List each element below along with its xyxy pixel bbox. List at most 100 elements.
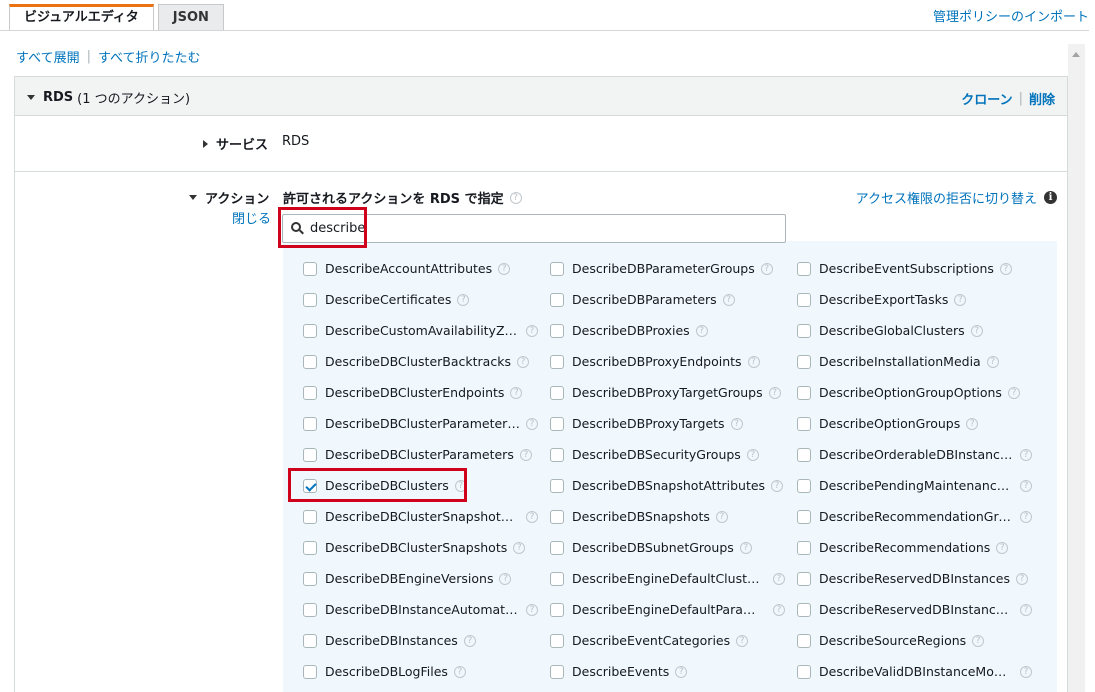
help-icon[interactable]: ?	[954, 293, 967, 306]
checkbox[interactable]	[303, 416, 317, 431]
tab-json[interactable]: JSON	[157, 4, 224, 31]
checkbox[interactable]	[550, 323, 564, 338]
checkbox[interactable]	[303, 540, 317, 555]
help-icon[interactable]: ?	[510, 386, 523, 399]
help-icon[interactable]: ?	[746, 448, 759, 461]
action-checkbox-item[interactable]: DescribeExportTasks?	[785, 284, 1032, 315]
action-checkbox-item[interactable]: DescribeEventCategories?	[538, 625, 785, 656]
action-checkbox-item[interactable]: DescribeDBProxyTargets?	[538, 408, 785, 439]
action-checkbox-item[interactable]: DescribeDBProxyEndpoints?	[538, 346, 785, 377]
checkbox[interactable]	[797, 261, 811, 276]
action-checkbox-item[interactable]: DescribeValidDBInstanceModifica...?	[785, 656, 1032, 687]
action-checkbox-item[interactable]: DescribeEvents?	[538, 656, 785, 687]
checkbox[interactable]	[797, 323, 811, 338]
checkbox[interactable]	[303, 261, 317, 276]
action-checkbox-item[interactable]: DescribeDBClusterBacktracks?	[291, 346, 538, 377]
action-checkbox-item[interactable]: DescribeEngineDefaultClusterPar...?	[538, 563, 785, 594]
action-checkbox-item[interactable]: DescribeDBSubnetGroups?	[538, 532, 785, 563]
help-icon[interactable]: ?	[513, 541, 526, 554]
action-checkbox-item[interactable]: DescribeEngineDefaultParameters?	[538, 594, 785, 625]
checkbox[interactable]	[797, 602, 811, 617]
action-checkbox-item[interactable]: DescribeGlobalClusters?	[785, 315, 1032, 346]
expand-all-link[interactable]: すべて展開	[16, 47, 80, 66]
action-checkbox-item[interactable]: DescribeDBClusters?	[291, 470, 538, 501]
switch-to-deny-link[interactable]: アクセス権限の拒否に切り替え	[856, 188, 1037, 207]
action-checkbox-item[interactable]: DescribeCertificates?	[291, 284, 538, 315]
help-icon[interactable]: ?	[1020, 448, 1032, 461]
checkbox[interactable]	[797, 478, 811, 493]
help-icon[interactable]: ?	[453, 665, 466, 678]
help-icon[interactable]: ?	[999, 262, 1012, 275]
help-icon[interactable]: ?	[675, 665, 688, 678]
help-icon[interactable]: ?	[1007, 386, 1020, 399]
checkbox[interactable]	[303, 664, 317, 679]
action-checkbox-item[interactable]: DescribeSourceRegions?	[785, 625, 1032, 656]
action-checkbox-item[interactable]: DescribeDBParameters?	[538, 284, 785, 315]
help-icon[interactable]: ?	[736, 634, 749, 647]
action-checkbox-item[interactable]: DescribeDBClusterParameters?	[291, 439, 538, 470]
checkbox[interactable]	[550, 633, 564, 648]
help-icon[interactable]: ?	[970, 324, 983, 337]
help-icon[interactable]: ?	[454, 479, 467, 492]
checkbox[interactable]	[303, 323, 317, 338]
clone-link[interactable]: クローン	[961, 89, 1012, 108]
help-icon[interactable]: ?	[1020, 603, 1032, 616]
action-checkbox-item[interactable]: DescribeDBProxies?	[538, 315, 785, 346]
checkbox[interactable]	[550, 664, 564, 679]
scrollbar[interactable]	[1068, 44, 1085, 692]
checkbox[interactable]	[797, 416, 811, 431]
action-search-box[interactable]	[282, 214, 786, 243]
checkbox[interactable]	[303, 385, 317, 400]
collapse-all-link[interactable]: すべて折りたたむ	[98, 47, 201, 66]
info-icon[interactable]: i	[1044, 191, 1057, 204]
help-icon[interactable]: ?	[498, 262, 511, 275]
help-icon[interactable]: ?	[499, 572, 512, 585]
help-icon[interactable]: ?	[715, 510, 728, 523]
checkbox[interactable]	[550, 416, 564, 431]
checkbox[interactable]	[797, 509, 811, 524]
help-icon[interactable]: ?	[463, 634, 476, 647]
checkbox[interactable]	[550, 354, 564, 369]
checkbox[interactable]	[303, 633, 317, 648]
tab-visual-editor[interactable]: ビジュアルエディタ	[9, 4, 154, 31]
help-icon[interactable]: ?	[526, 603, 538, 616]
delete-link[interactable]: 削除	[1029, 89, 1055, 108]
action-checkbox-item[interactable]: DescribeDBSnapshots?	[538, 501, 785, 532]
action-checkbox-item[interactable]: DescribeDBParameterGroups?	[538, 253, 785, 284]
help-icon[interactable]: ?	[1016, 572, 1028, 585]
checkbox[interactable]	[303, 571, 317, 586]
help-icon[interactable]: ?	[739, 541, 752, 554]
action-checkbox-item[interactable]: DescribeOrderableDBInstanceOp...?	[785, 439, 1032, 470]
action-checkbox-item[interactable]: DescribeRecommendations?	[785, 532, 1032, 563]
action-checkbox-item[interactable]: DescribeReservedDBInstancesOf...?	[785, 594, 1032, 625]
checkbox[interactable]	[797, 571, 811, 586]
checkbox[interactable]	[797, 292, 811, 307]
action-checkbox-item[interactable]: DescribeDBProxyTargetGroups?	[538, 377, 785, 408]
help-icon[interactable]: ?	[966, 417, 979, 430]
scroll-up-arrow-icon[interactable]	[1072, 52, 1080, 57]
help-icon[interactable]: ?	[526, 417, 538, 430]
checkbox[interactable]	[797, 540, 811, 555]
checkbox[interactable]	[550, 509, 564, 524]
checkbox[interactable]	[797, 664, 811, 679]
checkbox[interactable]	[550, 385, 564, 400]
action-checkbox-item[interactable]: DescribeCustomAvailabilityZones?	[291, 315, 538, 346]
checkbox[interactable]	[797, 447, 811, 462]
help-icon[interactable]: ?	[747, 355, 760, 368]
help-icon[interactable]: ?	[457, 293, 470, 306]
action-checkbox-item[interactable]: DescribeReservedDBInstances?	[785, 563, 1032, 594]
close-actions-link[interactable]: 閉じる	[232, 208, 271, 227]
actions-toggle[interactable]: アクション	[189, 188, 269, 207]
checkbox[interactable]	[550, 261, 564, 276]
help-icon[interactable]: ?	[526, 324, 538, 337]
action-checkbox-item[interactable]: DescribeEventSubscriptions?	[785, 253, 1032, 284]
help-icon[interactable]: ?	[771, 479, 784, 492]
checkbox[interactable]	[797, 385, 811, 400]
help-icon[interactable]: ?	[519, 448, 532, 461]
help-icon[interactable]: ?	[526, 510, 538, 523]
checkbox[interactable]	[303, 447, 317, 462]
action-checkbox-item[interactable]: DescribeDBLogFiles?	[291, 656, 538, 687]
checkbox[interactable]	[303, 478, 317, 493]
help-icon[interactable]: ?	[509, 191, 522, 204]
service-toggle[interactable]: サービス	[203, 134, 268, 153]
